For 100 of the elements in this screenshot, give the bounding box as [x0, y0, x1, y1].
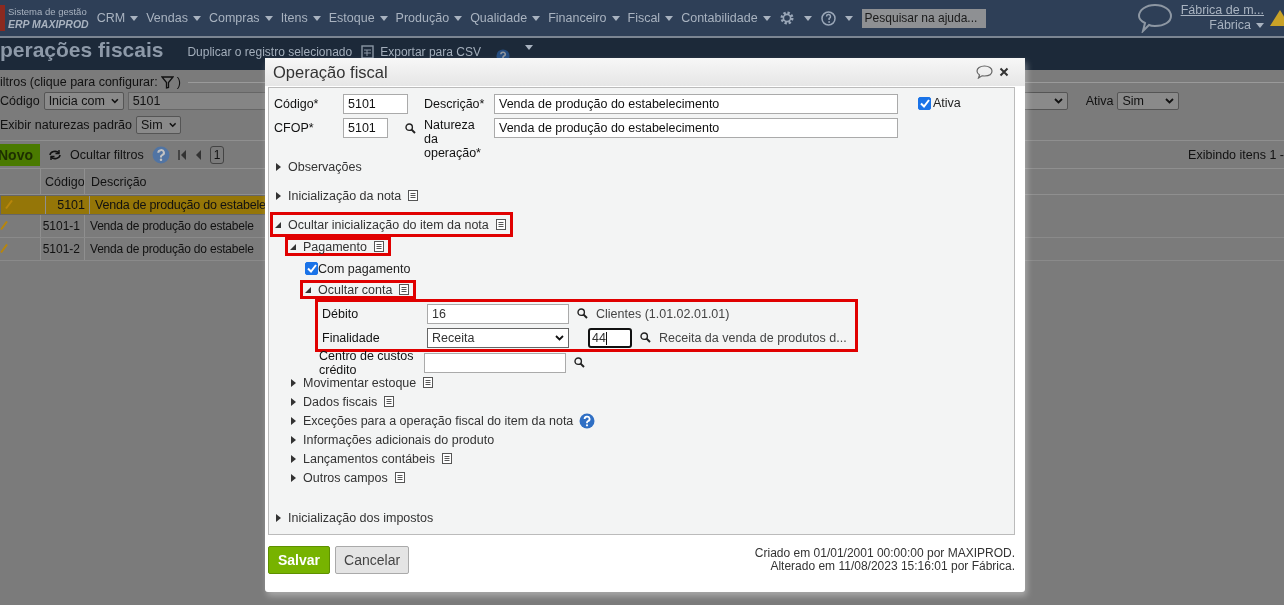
- nav-menu-item[interactable]: Fiscal: [627, 11, 674, 25]
- table-cell: 5101-2: [40, 238, 84, 260]
- search-icon[interactable]: [574, 357, 585, 368]
- caret-icon: [290, 416, 297, 425]
- cancel-button[interactable]: Cancelar: [335, 546, 410, 574]
- nav-menu-item[interactable]: Financeiro: [548, 11, 620, 25]
- chevron-icon: [555, 334, 564, 341]
- input-field[interactable]: Venda de produção do estabelecimento: [494, 94, 898, 114]
- nav-menu-item[interactable]: Estoque: [328, 11, 388, 25]
- warning-icon[interactable]: [1270, 9, 1284, 27]
- section-toggle[interactable]: Ocultar conta: [300, 280, 417, 299]
- field-label: Código*: [274, 96, 320, 111]
- table-cell: 5101-1: [40, 215, 84, 237]
- nav-menu-item[interactable]: Qualidade: [470, 11, 541, 25]
- spreadsheet-icon[interactable]: [361, 45, 375, 59]
- section-toggle[interactable]: Ocultar inicialização do item da nota: [270, 212, 513, 237]
- close-icon[interactable]: [999, 67, 1009, 77]
- section-toggle[interactable]: Exceções para a operação fiscal do item da nota: [285, 411, 603, 430]
- refresh-icon[interactable]: [48, 148, 62, 161]
- search-icon[interactable]: [405, 122, 416, 134]
- duplicate-link[interactable]: Duplicar o registro selecionado: [187, 45, 353, 59]
- caret-icon: [290, 435, 297, 444]
- field-label: Débito: [322, 306, 360, 321]
- caret-icon: [290, 378, 297, 387]
- company-menu[interactable]: Fábrica: [1209, 18, 1264, 33]
- chevron-icon: [1165, 98, 1175, 104]
- input-field[interactable]: 44: [588, 327, 632, 348]
- section-toggle[interactable]: Pagamento: [285, 237, 391, 256]
- filter-icon[interactable]: [160, 75, 174, 89]
- note-icon[interactable]: [495, 219, 506, 230]
- export-csv-link[interactable]: Exportar para CSV: [380, 45, 481, 59]
- settings-icon[interactable]: [778, 10, 795, 26]
- nav-menu-item[interactable]: Itens: [280, 11, 321, 25]
- nav-menu-item[interactable]: Vendas: [146, 11, 201, 25]
- field-label: Descrição*: [424, 96, 486, 111]
- select-field[interactable]: Inicia com: [43, 92, 124, 110]
- section-toggle[interactable]: Inicialização dos impostos: [270, 505, 441, 530]
- checkbox[interactable]: [918, 96, 931, 110]
- filter-label: Código: [0, 94, 40, 108]
- logo-subtitle: Sistema de gestão: [8, 5, 88, 18]
- search-field[interactable]: Pesquisar na ajuda...: [861, 8, 986, 28]
- logo-title: ERP MAXIPROD: [8, 18, 89, 31]
- previous-page-icon[interactable]: [194, 149, 202, 160]
- filters-legend[interactable]: iltros (clique para configurar:: [0, 75, 158, 89]
- page-number[interactable]: 1: [209, 145, 225, 164]
- column-header[interactable]: Código: [40, 169, 84, 194]
- input-field[interactable]: 5101: [343, 94, 408, 114]
- chevron-icon: [1053, 98, 1063, 104]
- caret-icon: [290, 242, 297, 251]
- filters-legend-end: ): [176, 75, 181, 89]
- search-icon[interactable]: [640, 332, 651, 343]
- select-field[interactable]: Receita: [427, 327, 569, 348]
- item-count: Exibindo itens 1 -: [1188, 147, 1284, 162]
- checkbox-label: Ativa: [933, 96, 961, 110]
- note-icon[interactable]: [442, 453, 453, 464]
- page-title: perações fiscais: [0, 39, 164, 61]
- first-page-icon[interactable]: [177, 149, 187, 160]
- comment-icon[interactable]: [976, 65, 993, 79]
- lookup-description: Clientes (1.01.02.01.01): [596, 306, 730, 321]
- section-toggle[interactable]: Observações: [270, 154, 369, 179]
- search-icon[interactable]: [577, 308, 588, 319]
- checkbox[interactable]: [305, 262, 318, 275]
- nav-menu-item[interactable]: Produção: [395, 11, 463, 25]
- input-field[interactable]: 5101: [343, 118, 388, 138]
- nav-menu-item[interactable]: CRM: [96, 11, 139, 25]
- note-icon[interactable]: [384, 396, 395, 407]
- created-info: Criado em 01/01/2001 00:00:00 por MAXIPROD.: [754, 547, 1015, 560]
- input-field[interactable]: 16: [427, 303, 569, 324]
- section-toggle[interactable]: Outros campos: [285, 468, 412, 487]
- caret-icon: [275, 220, 282, 229]
- note-icon[interactable]: [399, 284, 410, 295]
- caret-icon[interactable]: [524, 45, 533, 50]
- user-link[interactable]: Fábrica de m...: [1180, 3, 1264, 18]
- caret-icon[interactable]: [844, 15, 853, 21]
- note-icon[interactable]: [423, 377, 434, 388]
- input-field[interactable]: [424, 352, 566, 373]
- section-toggle[interactable]: Informações adicionais do produto: [285, 430, 502, 449]
- section-toggle[interactable]: Lançamentos contábeis: [285, 449, 460, 468]
- caret-icon: [290, 473, 297, 482]
- chat-icon[interactable]: [1136, 3, 1173, 33]
- note-icon[interactable]: [373, 241, 384, 252]
- select-field[interactable]: Sim: [136, 116, 182, 134]
- hide-filters-button[interactable]: Ocultar filtros: [70, 147, 144, 162]
- modified-info: Alterado em 11/08/2023 15:16:01 por Fábrica.: [770, 560, 1015, 573]
- note-icon[interactable]: [408, 190, 419, 201]
- nav-menu-item[interactable]: Compras: [208, 11, 273, 25]
- field-label: Natureza da operação*: [424, 118, 482, 160]
- select-field[interactable]: Sim: [1117, 92, 1180, 110]
- caret-icon: [290, 454, 297, 463]
- note-icon[interactable]: [394, 472, 405, 483]
- caret-icon: [275, 191, 282, 200]
- section-toggle[interactable]: Dados fiscais: [285, 392, 402, 411]
- nav-menu-item[interactable]: Contabilidade: [681, 11, 771, 25]
- filter-label: Exibir naturezas padrão: [0, 118, 133, 132]
- section-toggle[interactable]: Inicialização da nota: [270, 183, 426, 208]
- logo-icon: [0, 5, 5, 31]
- input-field[interactable]: Venda de produção do estabelecimento: [494, 118, 898, 138]
- checkbox-label: Com pagamento: [318, 261, 411, 276]
- dialog-title: Operação fiscal: [273, 62, 389, 82]
- caret-icon[interactable]: [803, 15, 812, 21]
